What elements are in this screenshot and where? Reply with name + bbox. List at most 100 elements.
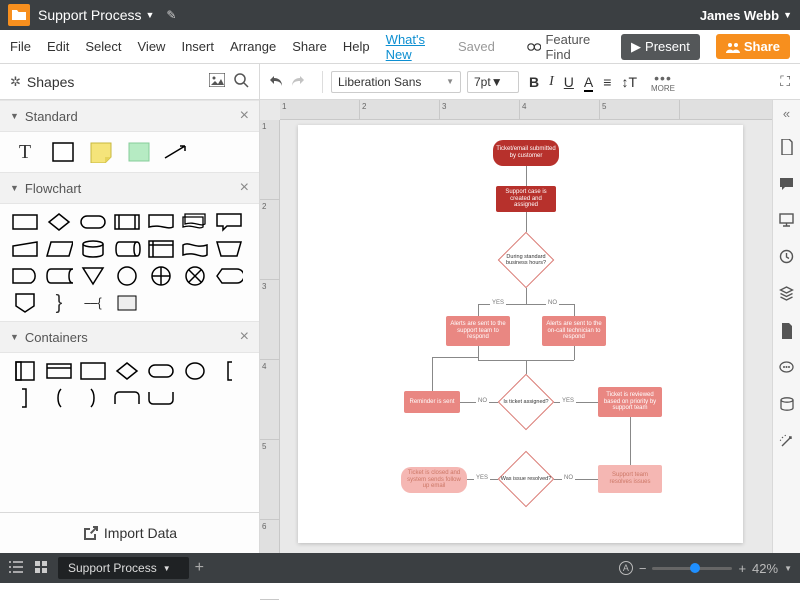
menu-select[interactable]: Select (85, 39, 121, 54)
shape-or[interactable] (146, 264, 176, 288)
text-color-button[interactable]: A (584, 74, 593, 90)
shape-terminator[interactable] (78, 210, 108, 234)
shape-connector[interactable] (112, 264, 142, 288)
image-icon[interactable] (209, 73, 225, 90)
shape-manual-op[interactable] (214, 237, 244, 261)
shapes-settings-icon[interactable]: ✲ (10, 74, 21, 90)
shape-square[interactable] (48, 140, 78, 164)
undo-icon[interactable] (268, 73, 284, 90)
node-alerts-team[interactable]: Alerts are sent to the support team to r… (446, 316, 510, 346)
container-bracket-l[interactable] (214, 359, 244, 383)
font-select[interactable]: Liberation Sans ▼ (331, 71, 461, 93)
shape-brace-right[interactable]: } (44, 291, 74, 315)
shape-callout[interactable] (214, 210, 244, 234)
zoom-value[interactable]: 42% (752, 561, 778, 576)
user-dropdown-icon[interactable]: ▼ (783, 10, 792, 20)
shape-text[interactable]: T (10, 140, 40, 164)
section-standard[interactable]: ▼ Standard × (0, 100, 259, 132)
shape-data[interactable] (44, 237, 74, 261)
shape-delay[interactable] (10, 264, 40, 288)
menu-help[interactable]: Help (343, 39, 370, 54)
shape-note[interactable] (86, 140, 116, 164)
canvas[interactable]: 12345 123456 Ticket/email submitted by c… (260, 100, 800, 553)
folder-icon[interactable] (8, 4, 30, 26)
collapse-icon[interactable]: « (783, 106, 790, 121)
container-circle[interactable] (180, 359, 210, 383)
outline-icon[interactable] (8, 560, 24, 577)
zoom-in-button[interactable]: + (738, 561, 746, 576)
redo-icon[interactable] (290, 73, 306, 90)
menu-insert[interactable]: Insert (181, 39, 214, 54)
node-start[interactable]: Ticket/email submitted by customer (493, 140, 559, 166)
magic-icon[interactable] (779, 434, 794, 453)
menu-file[interactable]: File (10, 39, 31, 54)
zoom-out-button[interactable]: − (639, 561, 647, 576)
page-icon[interactable] (780, 139, 794, 159)
node-case[interactable]: Support case is created and assigned (496, 186, 556, 212)
title-dropdown-icon[interactable]: ▼ (146, 10, 155, 20)
container-round-bottom[interactable] (146, 386, 176, 410)
italic-button[interactable]: I (549, 74, 554, 90)
container-paren-r[interactable] (78, 386, 108, 410)
menu-whatsnew[interactable]: What's New (386, 32, 442, 62)
shape-internal-storage[interactable] (146, 237, 176, 261)
grid-icon[interactable] (34, 560, 48, 577)
shape-manual-input[interactable] (10, 237, 40, 261)
font-size-select[interactable]: 7pt ▼ (467, 71, 519, 93)
align-button[interactable]: ≡ (603, 74, 611, 90)
shape-arrow[interactable] (162, 140, 192, 164)
chat-icon[interactable] (779, 361, 794, 379)
fullscreen-icon[interactable]: ⛶ (780, 73, 790, 90)
history-icon[interactable] (779, 249, 794, 268)
shape-merge[interactable] (78, 264, 108, 288)
data-icon[interactable] (780, 397, 794, 416)
node-support-resolves[interactable]: Support team resolves issues (598, 465, 662, 493)
shape-decision[interactable] (44, 210, 74, 234)
shape-predefined[interactable] (112, 210, 142, 234)
shape-display[interactable] (214, 264, 244, 288)
feature-find[interactable]: Feature Find (527, 32, 605, 62)
shape-process[interactable] (10, 210, 40, 234)
shape-multidoc[interactable] (180, 210, 210, 234)
close-icon[interactable]: × (240, 328, 249, 346)
shape-papertape[interactable] (180, 237, 210, 261)
present-button[interactable]: ▶ Present (621, 34, 700, 60)
node-reviewed[interactable]: Ticket is reviewed based on priority by … (598, 387, 662, 417)
container-round-top[interactable] (112, 386, 142, 410)
zoom-fit-icon[interactable]: A (619, 561, 633, 575)
section-containers[interactable]: ▼ Containers × (0, 321, 259, 353)
shape-sum[interactable] (180, 264, 210, 288)
user-name[interactable]: James Webb (700, 8, 779, 23)
container-diamond[interactable] (112, 359, 142, 383)
node-alerts-oncall[interactable]: Alerts are sent to the on-call technicia… (542, 316, 606, 346)
container-paren-l[interactable] (44, 386, 74, 410)
container-pill[interactable] (146, 359, 176, 383)
menu-share[interactable]: Share (292, 39, 327, 54)
section-flowchart[interactable]: ▼ Flowchart × (0, 172, 259, 204)
shape-direct-data[interactable] (112, 237, 142, 261)
shape-note2[interactable] (112, 291, 142, 315)
zoom-slider[interactable] (652, 567, 732, 570)
node-hours[interactable]: During standard business hours? (498, 232, 554, 288)
container-rect-top[interactable] (44, 359, 74, 383)
close-icon[interactable]: × (240, 179, 249, 197)
shape-block[interactable] (124, 140, 154, 164)
more-button[interactable]: ••• MORE (651, 71, 675, 93)
menu-view[interactable]: View (138, 39, 166, 54)
chevron-down-icon[interactable]: ▼ (784, 564, 792, 573)
bold-button[interactable]: B (529, 74, 539, 90)
doc-title[interactable]: Support Process (38, 7, 142, 23)
shape-database[interactable] (78, 237, 108, 261)
node-resolved[interactable]: Was issue resolved? (498, 451, 554, 507)
menu-arrange[interactable]: Arrange (230, 39, 276, 54)
node-closed[interactable]: Ticket is closed and system sends follow… (401, 467, 467, 493)
present-icon[interactable] (779, 213, 794, 231)
shape-stored[interactable] (44, 264, 74, 288)
page-tab[interactable]: Support Process ▼ (58, 557, 189, 579)
container-bracket-r[interactable] (10, 386, 40, 410)
import-data-button[interactable]: Import Data (0, 512, 259, 553)
underline-button[interactable]: U (564, 74, 574, 90)
add-page-button[interactable]: + (195, 559, 204, 577)
layers-icon[interactable] (779, 286, 794, 305)
search-icon[interactable] (233, 72, 249, 91)
